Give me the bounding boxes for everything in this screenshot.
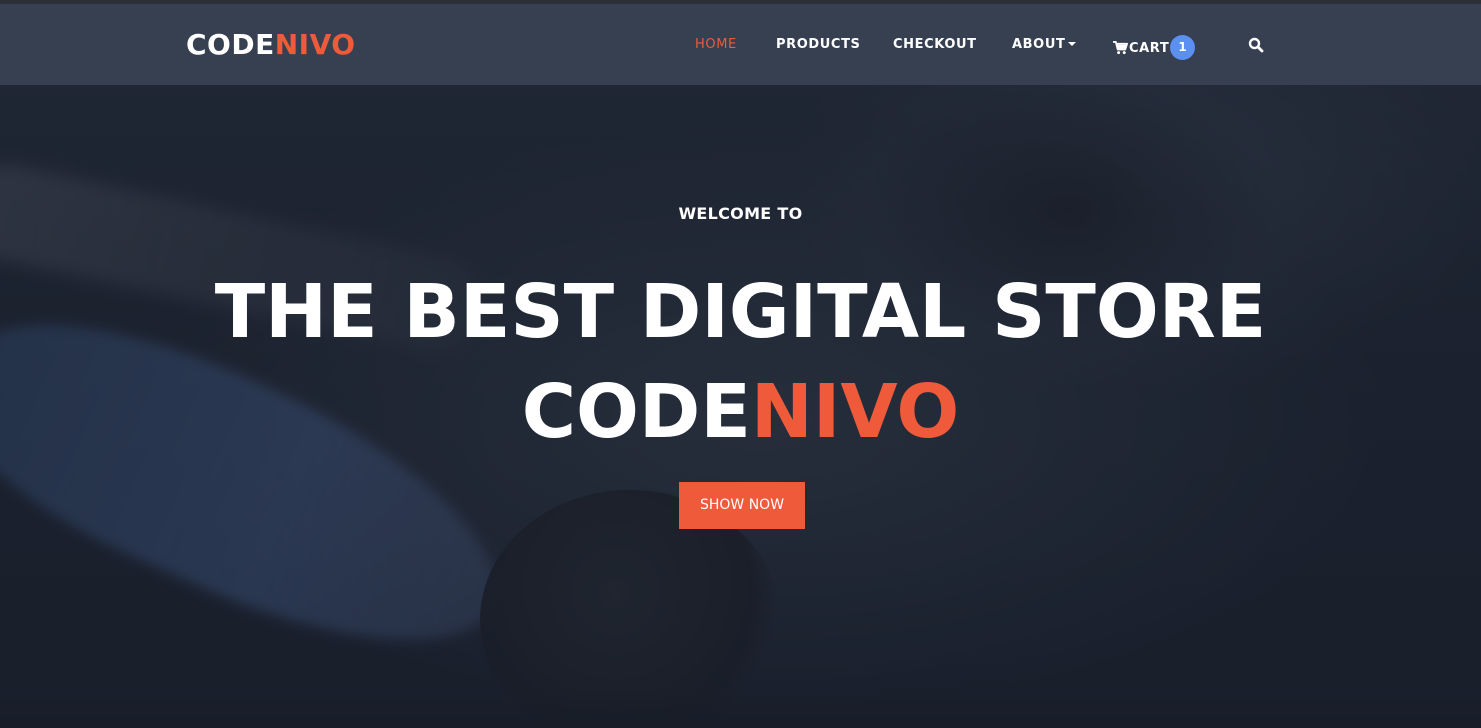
nav-item-about[interactable]: ABOUT [1012, 37, 1077, 52]
show-now-button[interactable]: SHOW NOW [679, 482, 805, 529]
logo-text-accent: NIVO [274, 28, 356, 61]
search-icon[interactable] [1248, 37, 1264, 53]
cart-label: CART [1129, 40, 1170, 56]
nav-item-about-label: ABOUT [1012, 37, 1066, 52]
nav-item-home[interactable]: HOME [695, 37, 737, 52]
cart-count-badge: 1 [1170, 35, 1196, 60]
hero-headline: THE BEST DIGITAL STORE CODENIVO [0, 262, 1481, 462]
hero-welcome-text: WELCOME TO [678, 204, 803, 223]
nav-item-cart[interactable]: CART 1 [1113, 35, 1196, 60]
navbar: CODENIVO HOME PRODUCTS CHECKOUT ABOUT CA… [0, 4, 1481, 85]
nav-item-checkout[interactable]: CHECKOUT [893, 37, 977, 52]
bottom-fade [0, 688, 1481, 728]
brand-logo[interactable]: CODENIVO [186, 28, 356, 61]
nav-item-products[interactable]: PRODUCTS [776, 37, 861, 52]
caret-down-icon [1068, 41, 1077, 46]
hero-brand-accent: NIVO [750, 369, 960, 455]
hero-headline-line2: CODENIVO [0, 362, 1481, 462]
shopping-cart-icon [1113, 41, 1128, 55]
logo-text-main: CODE [186, 28, 275, 61]
hero-brand-main: CODE [521, 369, 751, 455]
hero-headline-line1: THE BEST DIGITAL STORE [214, 269, 1267, 355]
